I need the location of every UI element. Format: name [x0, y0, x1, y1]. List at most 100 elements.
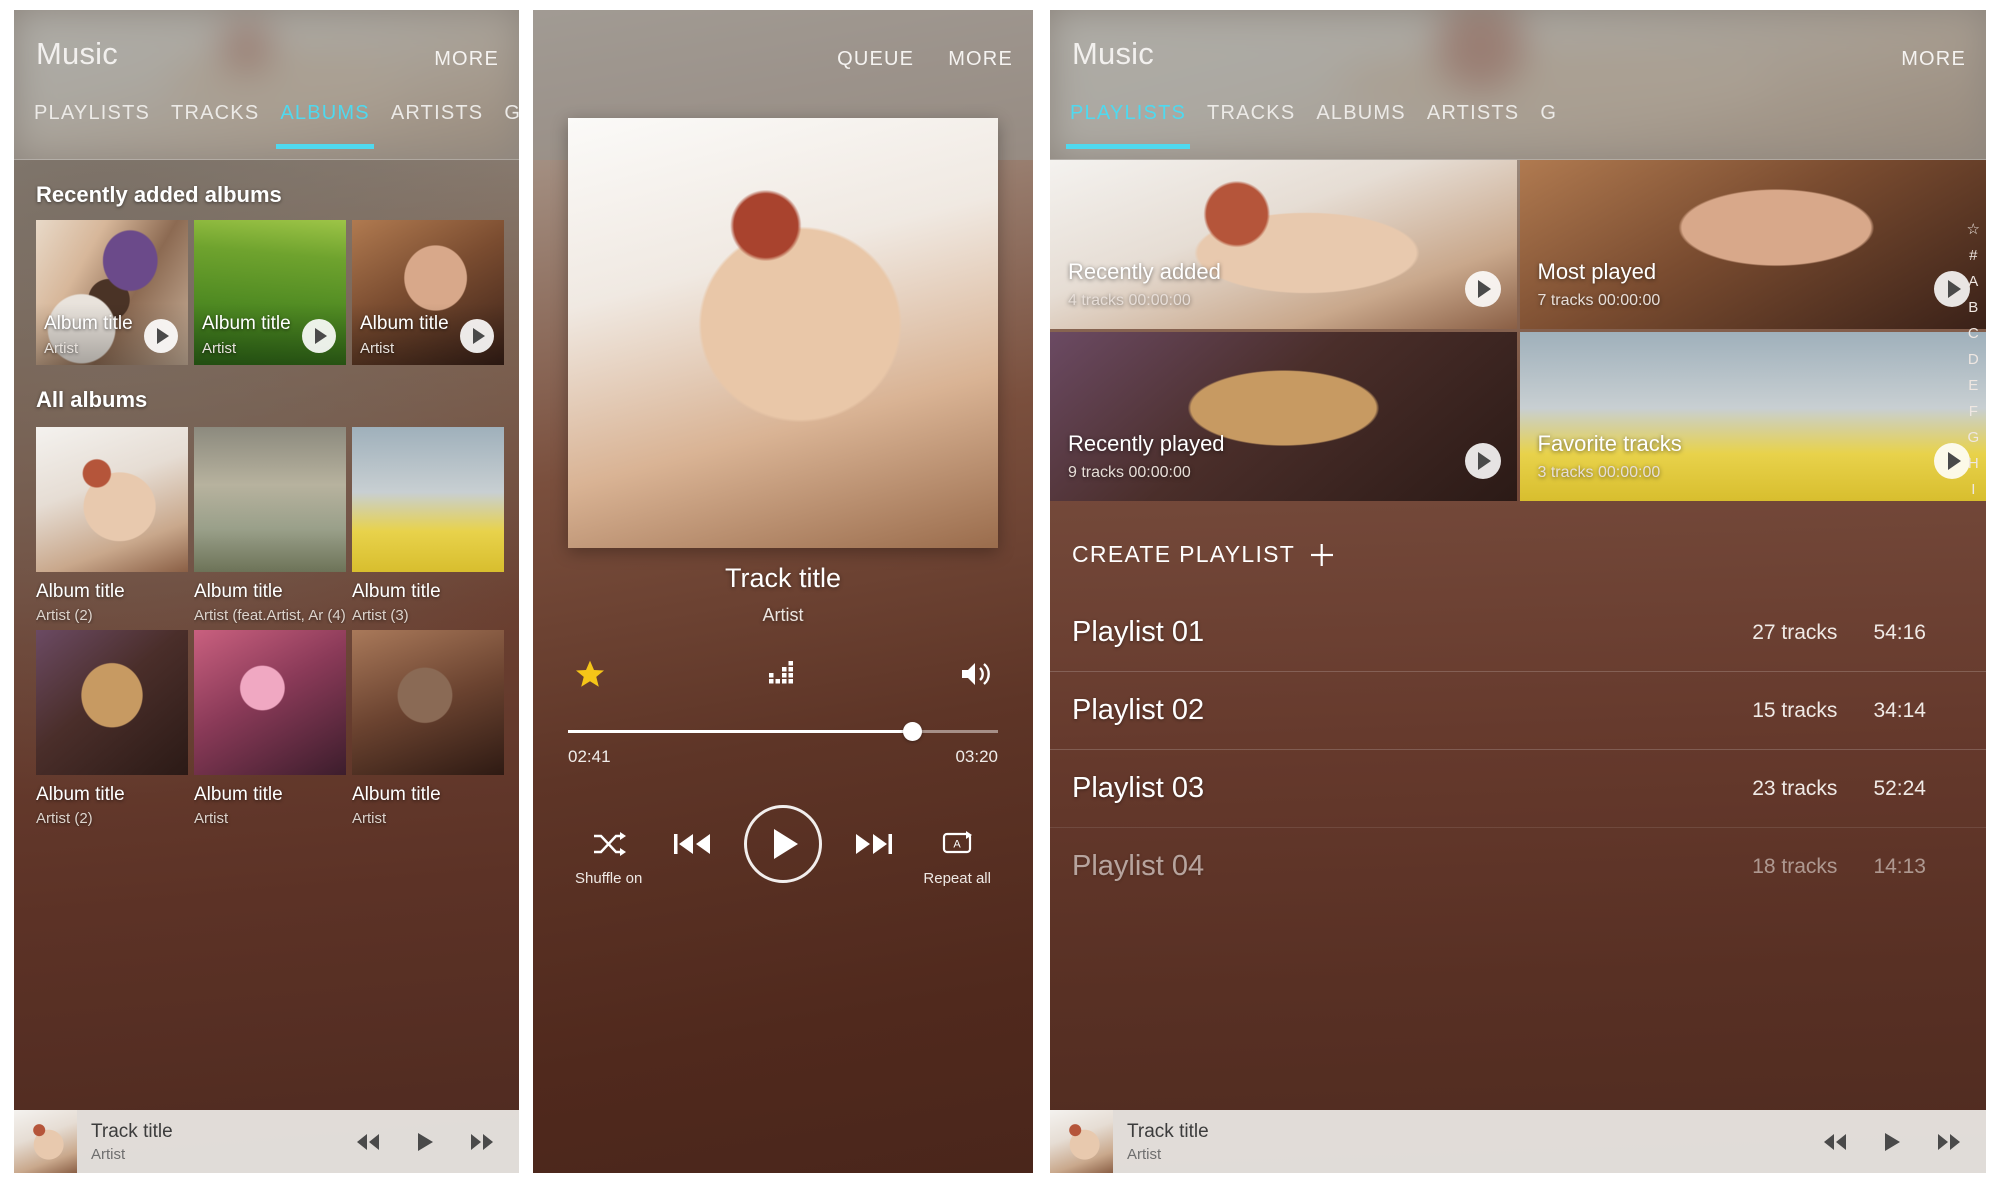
- play-icon[interactable]: [1882, 1131, 1902, 1153]
- play-icon[interactable]: [415, 1131, 435, 1153]
- previous-icon[interactable]: [355, 1132, 381, 1152]
- playlist-duration: 34:14: [1873, 699, 1926, 723]
- playlist-name: Playlist 04: [1072, 850, 1204, 883]
- tab-artists[interactable]: ARTISTS: [1427, 96, 1541, 125]
- tab-albums[interactable]: ALBUMS: [1316, 96, 1426, 125]
- playlist-subtitle: 9 tracks 00:00:00: [1068, 464, 1191, 482]
- play-icon[interactable]: [1934, 443, 1970, 479]
- album-grid-item[interactable]: Album title Artist (2): [36, 630, 188, 827]
- now-playing-secondary-controls: [573, 658, 993, 690]
- play-icon: [774, 829, 798, 859]
- album-grid-item[interactable]: Album title Artist (3): [352, 427, 504, 624]
- album-art: [352, 630, 504, 775]
- seek-slider[interactable]: [568, 730, 998, 733]
- queue-button[interactable]: QUEUE: [837, 48, 914, 71]
- album-grid-item[interactable]: Album title Artist: [194, 630, 346, 827]
- equalizer-icon[interactable]: [768, 660, 798, 688]
- album-title: Album title: [36, 581, 188, 603]
- panel1-actions: MORE: [434, 48, 499, 71]
- mini-player-controls: [355, 1131, 519, 1153]
- next-icon[interactable]: [469, 1132, 495, 1152]
- album-title: Album title: [202, 313, 291, 335]
- album-title: Album title: [194, 581, 346, 603]
- repeat-button[interactable]: A Repeat all: [923, 830, 991, 887]
- play-button[interactable]: [744, 805, 822, 883]
- next-icon[interactable]: [1936, 1132, 1962, 1152]
- playlist-row[interactable]: Playlist 01 27 tracks 54:16: [1050, 594, 1986, 671]
- album-grid-item[interactable]: Album title Artist (feat.Artist, Ar (4): [194, 427, 346, 624]
- playlist-subtitle: 4 tracks 00:00:00: [1068, 292, 1191, 310]
- panel1-content: Recently added albums Album title Artist…: [14, 160, 519, 1173]
- alpha-index-item[interactable]: ☆: [1967, 220, 1980, 238]
- play-icon[interactable]: [144, 319, 178, 353]
- transport-controls: Shuffle on: [533, 805, 1033, 911]
- more-button[interactable]: MORE: [948, 48, 1013, 71]
- tab-playlists[interactable]: PLAYLISTS: [1070, 96, 1207, 125]
- alpha-index-item[interactable]: C: [1968, 325, 1979, 342]
- album-art: [352, 427, 504, 572]
- previous-icon[interactable]: [1822, 1132, 1848, 1152]
- playlist-duration: 52:24: [1873, 777, 1926, 801]
- volume-icon[interactable]: [959, 659, 993, 689]
- shuffle-button[interactable]: Shuffle on: [575, 830, 642, 887]
- playlist-meta: 27 tracks 54:16: [1752, 621, 1926, 645]
- all-albums-heading: All albums: [14, 365, 519, 425]
- create-playlist-button[interactable]: CREATE PLAYLIST: [1050, 501, 1986, 594]
- mini-player-meta: Track title Artist: [1113, 1121, 1822, 1163]
- previous-icon: [673, 830, 713, 858]
- play-icon[interactable]: [1465, 443, 1501, 479]
- mini-player[interactable]: Track title Artist: [14, 1110, 519, 1173]
- tab-albums[interactable]: ALBUMS: [280, 96, 390, 125]
- play-icon[interactable]: [302, 319, 336, 353]
- panel1-app-bar: Music MORE PLAYLISTS TRACKS ALBUMS ARTIS…: [14, 10, 519, 160]
- playlist-name: Recently played: [1068, 431, 1225, 457]
- album-card[interactable]: Album title Artist: [352, 220, 504, 365]
- more-button[interactable]: MORE: [434, 48, 499, 71]
- tab-genres[interactable]: G: [504, 96, 519, 125]
- playlist-row[interactable]: Playlist 03 23 tracks 52:24: [1050, 749, 1986, 827]
- alpha-index-item[interactable]: #: [1969, 247, 1977, 264]
- playlist-row[interactable]: Playlist 02 15 tracks 34:14: [1050, 671, 1986, 749]
- play-icon[interactable]: [1934, 271, 1970, 307]
- tab-playlists[interactable]: PLAYLISTS: [34, 96, 171, 125]
- album-card[interactable]: Album title Artist: [194, 220, 346, 365]
- play-icon[interactable]: [1465, 271, 1501, 307]
- previous-button[interactable]: [673, 830, 713, 858]
- playlist-track-count: 23 tracks: [1752, 777, 1837, 801]
- alpha-index-item[interactable]: H: [1968, 455, 1979, 472]
- album-title: Album title: [36, 784, 188, 806]
- total-time: 03:20: [955, 747, 998, 767]
- alpha-index-item[interactable]: B: [1968, 299, 1978, 316]
- playlist-row[interactable]: Playlist 04 18 tracks 14:13: [1050, 827, 1986, 905]
- tab-tracks[interactable]: TRACKS: [1207, 96, 1316, 125]
- alpha-index-item[interactable]: E: [1968, 377, 1978, 394]
- album-grid-item[interactable]: Album title Artist: [352, 630, 504, 827]
- recently-added-row[interactable]: Album title Artist Album title Artist Al…: [14, 220, 519, 365]
- album-art-large[interactable]: [568, 118, 998, 548]
- mini-player[interactable]: Track title Artist: [1050, 1110, 1986, 1173]
- next-button[interactable]: [853, 830, 893, 858]
- auto-playlist-card[interactable]: Recently added 4 tracks 00:00:00: [1050, 160, 1517, 329]
- alpha-index-item[interactable]: D: [1968, 351, 1979, 368]
- play-icon[interactable]: [460, 319, 494, 353]
- seek-thumb[interactable]: [903, 722, 922, 741]
- auto-playlist-card[interactable]: Recently played 9 tracks 00:00:00: [1050, 332, 1517, 501]
- auto-playlist-card[interactable]: Favorite tracks 3 tracks 00:00:00: [1520, 332, 1987, 501]
- more-button[interactable]: MORE: [1901, 48, 1966, 71]
- playlist-meta: 23 tracks 52:24: [1752, 777, 1926, 801]
- tab-genres[interactable]: G: [1540, 96, 1578, 125]
- album-title: Album title: [194, 784, 346, 806]
- alpha-index-item[interactable]: I: [1971, 481, 1975, 498]
- alpha-index-item[interactable]: G: [1967, 429, 1979, 446]
- alphabet-index[interactable]: ☆ # A B C D E F G H I: [1967, 220, 1980, 498]
- playlist-duration: 54:16: [1873, 621, 1926, 645]
- tab-tracks[interactable]: TRACKS: [171, 96, 280, 125]
- album-card[interactable]: Album title Artist: [36, 220, 188, 365]
- alpha-index-item[interactable]: A: [1968, 273, 1978, 290]
- playlist-name: Playlist 01: [1072, 616, 1204, 649]
- tab-artists[interactable]: ARTISTS: [391, 96, 505, 125]
- alpha-index-item[interactable]: F: [1969, 403, 1978, 420]
- auto-playlist-card[interactable]: Most played 7 tracks 00:00:00: [1520, 160, 1987, 329]
- album-grid-item[interactable]: Album title Artist (2): [36, 427, 188, 624]
- star-icon[interactable]: [573, 658, 607, 690]
